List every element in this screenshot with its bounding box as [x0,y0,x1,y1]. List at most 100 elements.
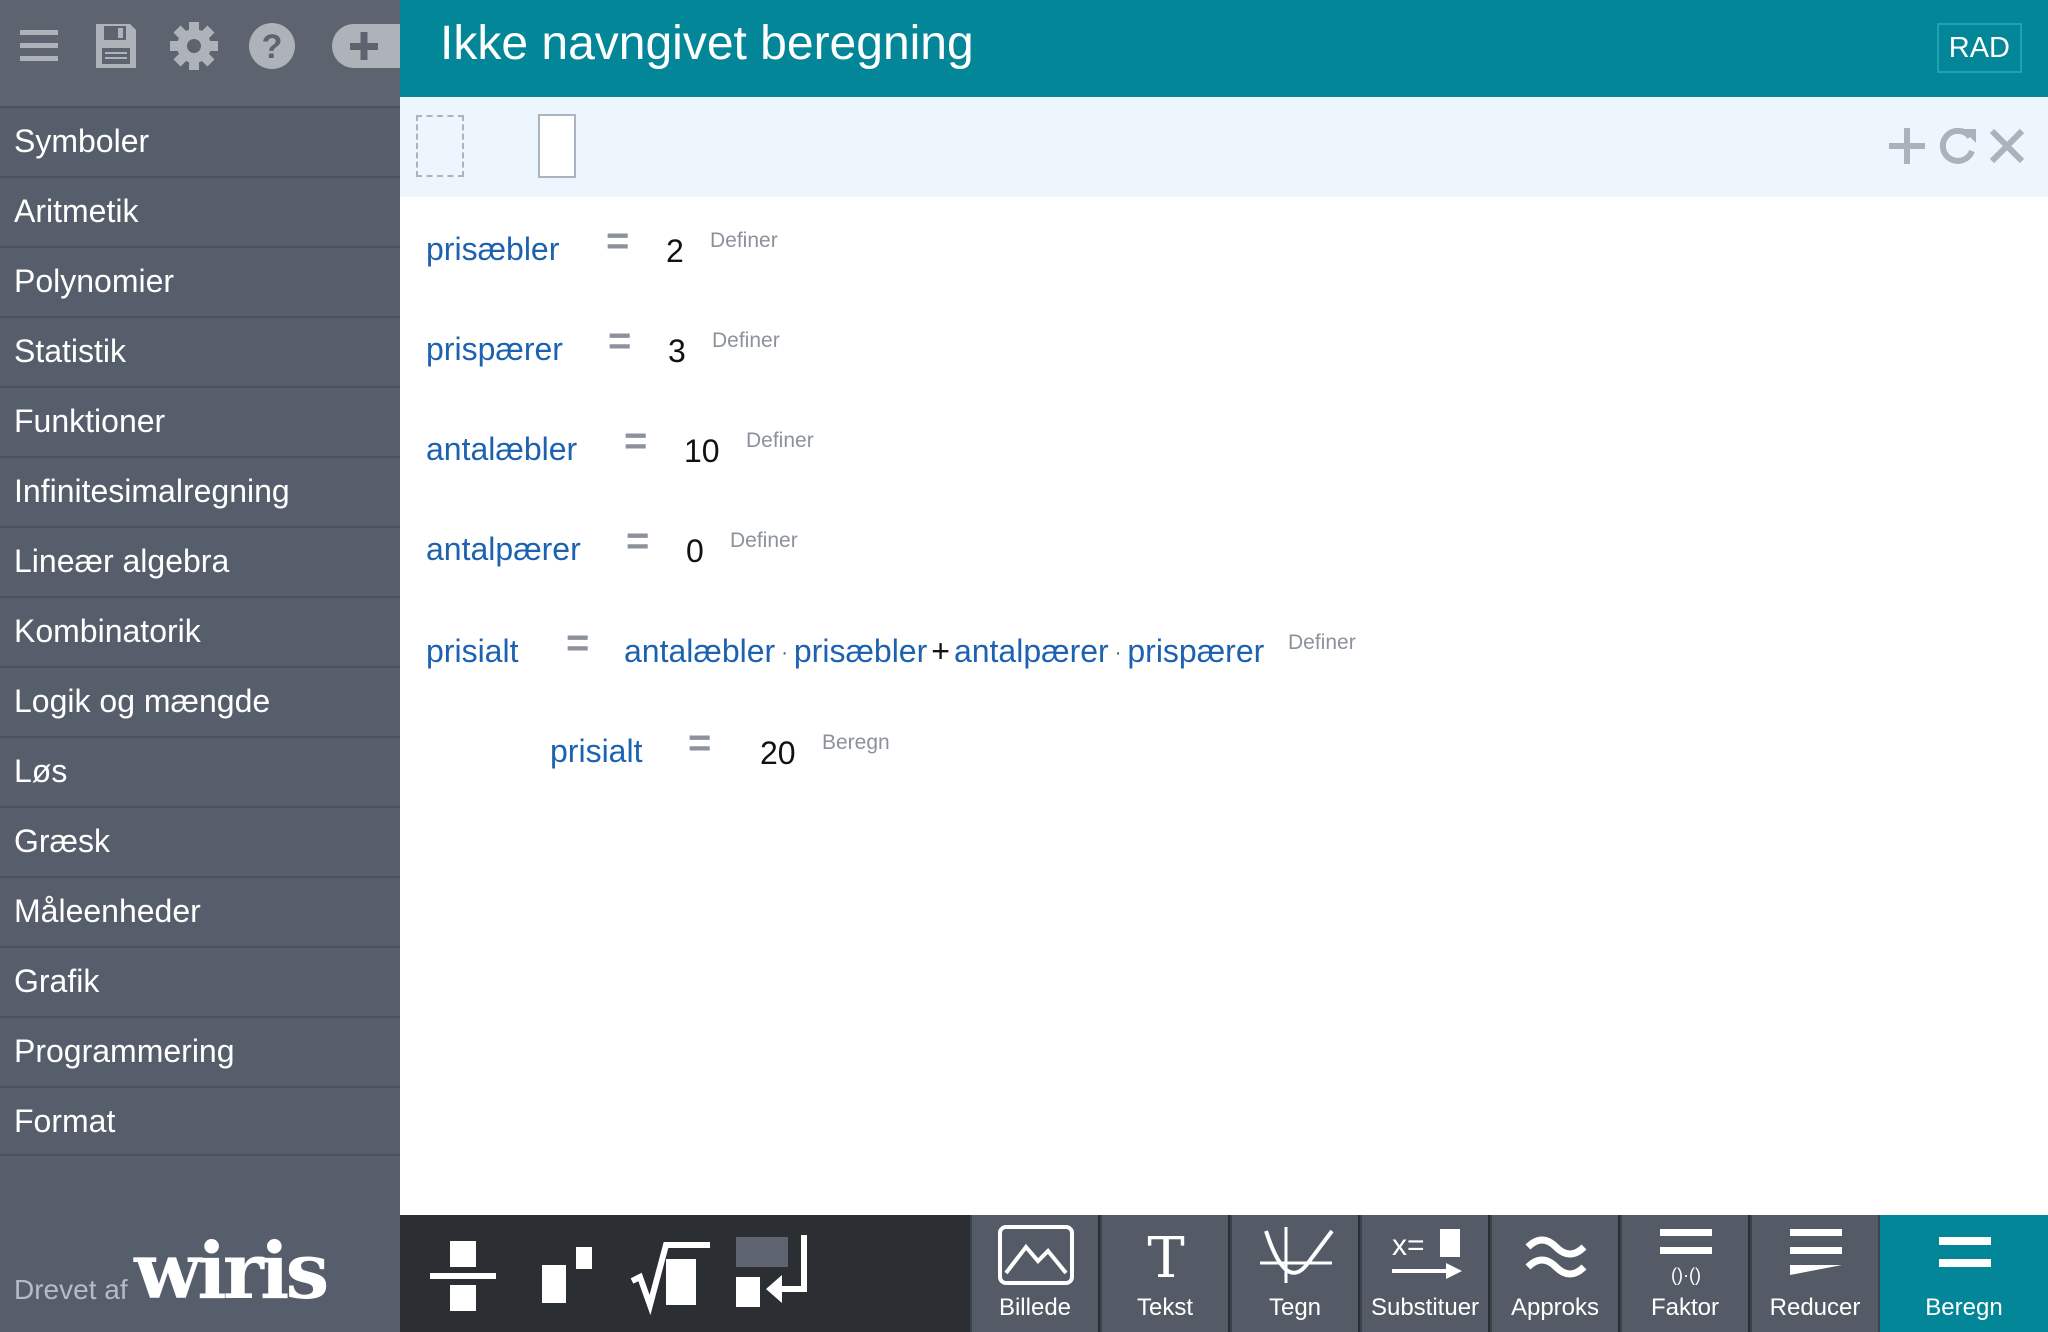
equals-sign: = [566,621,590,665]
result-value: 20 [760,735,796,771]
text-button[interactable]: T Tekst [1100,1215,1228,1332]
substitute-icon: x= [1392,1229,1462,1279]
add-tab-icon[interactable] [326,18,400,74]
close-icon[interactable] [1984,123,2030,169]
definition-row[interactable]: prisialt = antalæbler · prisæbler + antalpær… [426,621,1426,681]
sidebar-item-funktioner[interactable]: Funktioner [0,386,400,456]
add-icon[interactable] [1884,123,1930,169]
variable-name: prisialt [426,633,519,669]
sidebar-item-format[interactable]: Format [0,1086,400,1156]
value: 10 [684,433,720,469]
sidebar-item-polynomier[interactable]: Polynomier [0,246,400,316]
help-icon[interactable]: ? [244,18,300,74]
equals-sign: = [606,219,630,263]
calculate-button-label: Beregn [1925,1294,2003,1321]
sidebar-item-aritmetik[interactable]: Aritmetik [0,176,400,246]
equals-sign: = [688,721,712,765]
app-window: ? Symboler Aritmetik Polynomier Statisti… [0,0,2048,1332]
expression: antalæbler · prisæbler + antalpærer · prispære… [624,633,1264,670]
substitute-button[interactable]: x= Substituer [1360,1215,1488,1332]
sidebar-menu: Symboler Aritmetik Polynomier Statistik … [0,106,400,1156]
approximate-button[interactable]: Approks [1490,1215,1618,1332]
reduce-button[interactable]: Reducer [1750,1215,1878,1332]
superscript-icon[interactable] [526,1229,610,1319]
sidebar-item-symboler[interactable]: Symboler [0,106,400,176]
wiris-logo: wiris [134,1226,329,1317]
value: 2 [666,233,684,269]
input-editor-bar[interactable] [400,97,2048,197]
sidebar-item-lineaer-algebra[interactable]: Lineær algebra [0,526,400,596]
sidebar: ? Symboler Aritmetik Polynomier Statisti… [0,0,400,1332]
header-bar: Ikke navngivet beregning RAD [400,0,2048,97]
definition-row[interactable]: prispærer = 3 Definer [426,319,926,379]
powered-by-text: Drevet af [14,1274,128,1305]
empty-placeholder-box[interactable] [416,115,464,177]
define-action-label[interactable]: Definer [746,429,814,453]
sidebar-item-maaleenheder[interactable]: Måleenheder [0,876,400,946]
variable-name: antalæbler [426,431,578,467]
expression-term: prisæbler [793,633,928,669]
matrix-new-line-icon[interactable] [730,1229,814,1319]
fraction-icon[interactable] [422,1229,506,1319]
powered-by[interactable]: Drevet af wiris [14,1232,394,1312]
save-icon[interactable] [88,18,144,74]
text-icon: T [1147,1226,1184,1287]
factor-button[interactable]: ()·() Faktor [1620,1215,1748,1332]
multiplication-dot: · [781,642,788,665]
define-action-label[interactable]: Definer [710,229,778,253]
multiplication-dot: · [1114,642,1122,665]
svg-text:T: T [1147,1226,1184,1287]
expression-term: antalpærer [953,633,1109,669]
sidebar-item-infinitesimalregning[interactable]: Infinitesimalregning [0,456,400,526]
calculate-icon [1939,1237,1991,1267]
define-action-label[interactable]: Definer [1288,631,1356,655]
approximate-button-label: Approks [1510,1294,1600,1321]
sidebar-item-programmering[interactable]: Programmering [0,1016,400,1086]
variable-name: prispærer [426,331,563,367]
refresh-icon[interactable] [1934,123,1980,169]
text-cursor-box[interactable] [538,114,576,178]
sidebar-item-kombinatorik[interactable]: Kombinatorik [0,596,400,666]
settings-gear-icon[interactable] [166,18,222,74]
plot-button-label: Tegn [1268,1294,1322,1321]
variable-name: prisialt [550,733,643,769]
reduce-button-label: Reducer [1769,1294,1861,1321]
sidebar-item-logik-og-maengde[interactable]: Logik og mængde [0,666,400,736]
definition-row[interactable]: prisæbler = 2 Definer [426,219,926,279]
sidebar-item-graesk[interactable]: Græsk [0,806,400,876]
document-title[interactable]: Ikke navngivet beregning [440,16,974,71]
calculate-action-label[interactable]: Beregn [822,731,890,755]
factor-button-label: Faktor [1650,1294,1719,1321]
worksheet[interactable]: prisæbler = 2 Definer prispærer = 3 Defi… [400,197,2048,1215]
define-action-label[interactable]: Definer [712,329,780,353]
expression-term: antalæbler [624,633,776,669]
equals-sign: = [626,519,650,563]
bottom-toolbar: Billede T Tekst Tegn x= Substituer Appro… [400,1215,2048,1332]
define-action-label[interactable]: Definer [730,529,798,553]
plus-operator: + [931,633,950,669]
definition-row[interactable]: antalæbler = 10 Definer [426,419,926,479]
sidebar-toolbar: ? [0,0,400,106]
square-root-icon[interactable] [626,1229,710,1319]
angle-mode-button[interactable]: RAD [1936,23,2022,73]
variable-name: antalpærer [426,531,581,567]
equals-sign: = [624,419,648,463]
text-button-label: Tekst [1136,1294,1193,1321]
factor-icon: ()·() [1660,1229,1712,1285]
sidebar-item-los[interactable]: Løs [0,736,400,806]
svg-text:x=: x= [1392,1229,1425,1262]
approximate-icon [1525,1236,1587,1278]
image-button[interactable]: Billede [970,1215,1098,1332]
svg-text:?: ? [262,28,283,66]
hamburger-menu-icon[interactable] [14,18,70,74]
calculate-button[interactable]: Beregn [1878,1215,2048,1332]
plot-button[interactable]: Tegn [1230,1215,1358,1332]
image-icon [998,1225,1074,1285]
substitute-button-label: Substituer [1370,1294,1480,1321]
sidebar-item-statistik[interactable]: Statistik [0,316,400,386]
image-button-label: Billede [998,1294,1072,1321]
sidebar-item-grafik[interactable]: Grafik [0,946,400,1016]
definition-row[interactable]: antalpærer = 0 Definer [426,519,926,579]
value: 3 [668,333,686,369]
calculation-row[interactable]: prisialt = 20 Beregn [550,721,1050,781]
